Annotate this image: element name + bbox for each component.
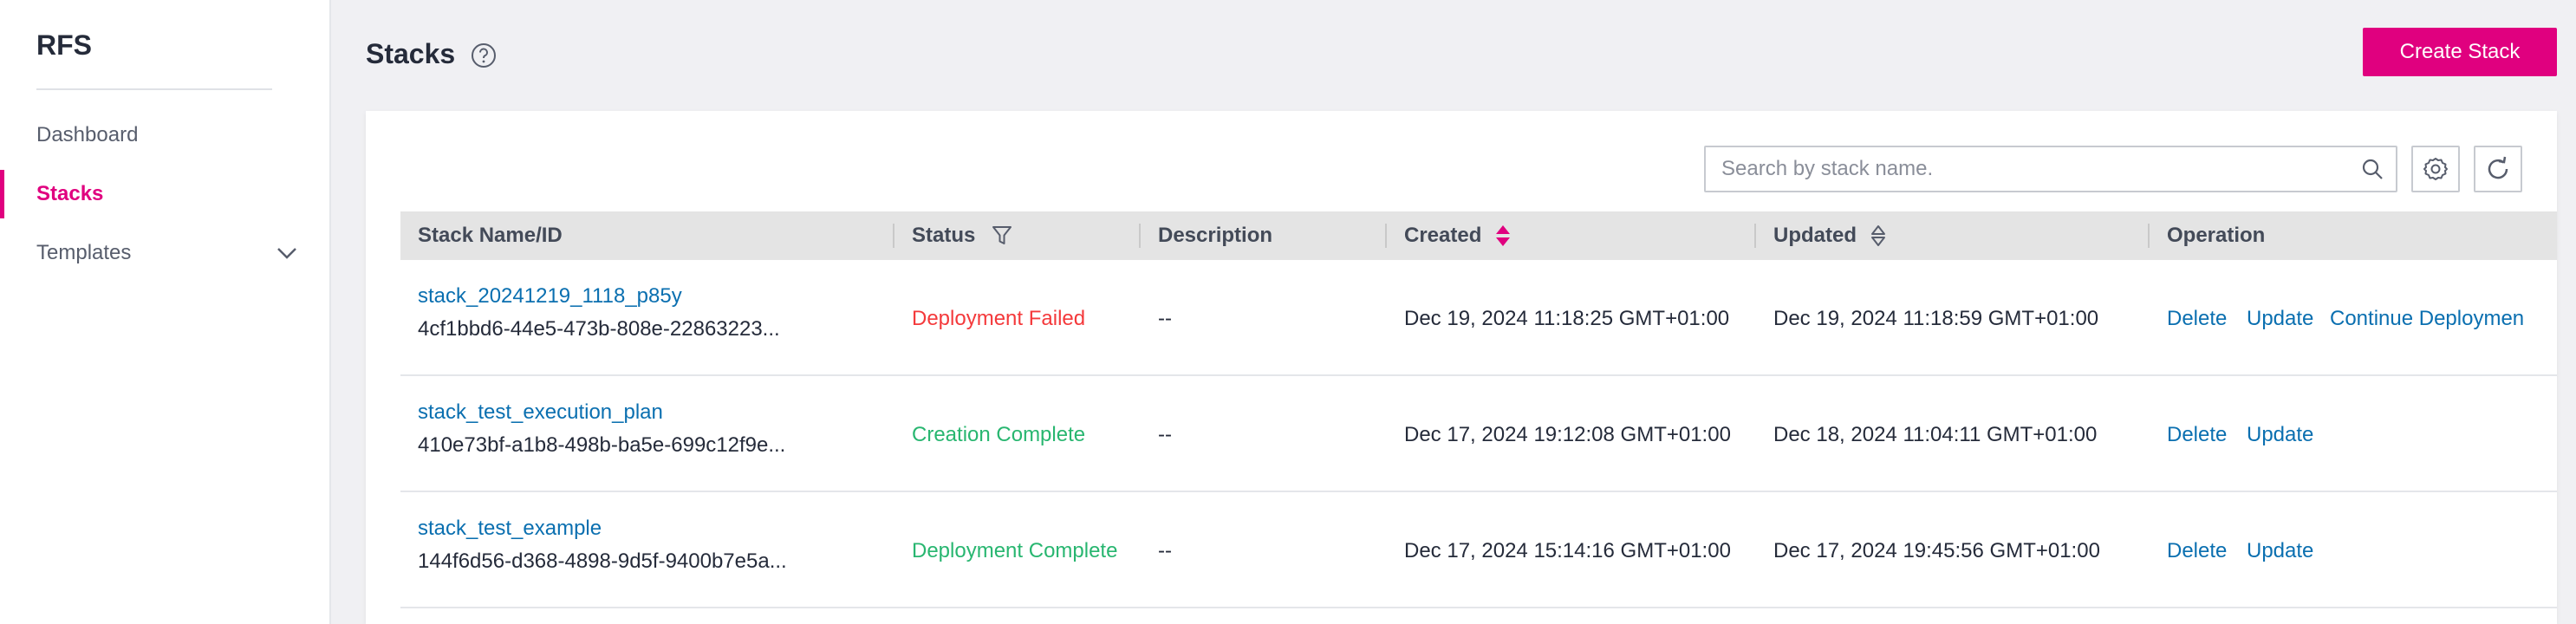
table-row: stack_test_execution_plan 410e73bf-a1b8-… <box>400 376 2557 492</box>
created-time: Dec 17, 2024 15:14:16 GMT+01:00 <box>1404 539 1731 562</box>
search-icon[interactable] <box>2361 158 2384 180</box>
refresh-button[interactable] <box>2474 146 2522 192</box>
sort-descending-icon[interactable] <box>1492 224 1514 248</box>
column-header-updated[interactable]: Updated <box>1773 211 1890 260</box>
column-divider <box>2148 224 2150 248</box>
gear-icon <box>2423 158 2448 180</box>
stack-name-link[interactable]: stack_20241219_1118_p85y <box>418 284 682 309</box>
stack-id: 144f6d56-d368-4898-9d5f-9400b7e5a... <box>418 549 787 573</box>
delete-button[interactable]: Delete <box>2167 423 2227 447</box>
column-header-operation: Operation <box>2167 211 2265 260</box>
column-header-label: Created <box>1404 224 1482 247</box>
sidebar-item-label: Stacks <box>36 182 104 205</box>
column-header-label: Status <box>912 224 976 247</box>
created-time: Dec 19, 2024 11:18:25 GMT+01:00 <box>1404 307 1730 330</box>
column-divider <box>1139 224 1141 248</box>
filter-icon[interactable] <box>991 224 1013 248</box>
table-row: stack_test_example 144f6d56-d368-4898-9d… <box>400 492 2557 608</box>
sidebar-item-label: Dashboard <box>36 123 139 146</box>
sidebar-item-stacks[interactable]: Stacks <box>0 170 329 218</box>
create-stack-button[interactable]: Create Stack <box>2363 28 2557 76</box>
created-time: Dec 17, 2024 19:12:08 GMT+01:00 <box>1404 423 1731 446</box>
delete-button[interactable]: Delete <box>2167 539 2227 563</box>
column-header-created[interactable]: Created <box>1404 211 1514 260</box>
sidebar-item-dashboard[interactable]: Dashboard <box>0 111 329 159</box>
status-text: Deployment Complete <box>912 539 1118 562</box>
description-text: -- <box>1158 539 1172 562</box>
delete-button[interactable]: Delete <box>2167 307 2227 331</box>
column-header-name: Stack Name/ID <box>418 211 563 260</box>
stacks-card: Stack Name/ID Status Description Created <box>366 111 2557 624</box>
column-divider <box>1754 224 1756 248</box>
update-button[interactable]: Update <box>2247 307 2313 331</box>
updated-time: Dec 19, 2024 11:18:59 GMT+01:00 <box>1773 307 2099 330</box>
service-logo: RFS <box>36 29 92 61</box>
table-header: Stack Name/ID Status Description Created <box>400 211 2557 260</box>
stacks-table: Stack Name/ID Status Description Created <box>400 211 2557 608</box>
column-header-label: Updated <box>1773 224 1857 247</box>
table-row: stack_20241219_1118_p85y 4cf1bbd6-44e5-4… <box>400 260 2557 376</box>
stack-id: 4cf1bbd6-44e5-473b-808e-22863223... <box>418 317 780 341</box>
sidebar: RFS Dashboard Stacks Templates <box>0 0 331 624</box>
column-divider <box>1385 224 1387 248</box>
status-text: Creation Complete <box>912 423 1086 446</box>
column-divider <box>893 224 894 248</box>
update-button[interactable]: Update <box>2247 539 2313 563</box>
refresh-icon <box>2488 156 2508 179</box>
status-text: Deployment Failed <box>912 307 1086 330</box>
rfs-console: RFS Dashboard Stacks Templates Stacks Cr… <box>0 0 2576 624</box>
description-text: -- <box>1158 307 1172 330</box>
description-text: -- <box>1158 423 1172 446</box>
sort-icon[interactable] <box>1867 224 1890 248</box>
updated-time: Dec 18, 2024 11:04:11 GMT+01:00 <box>1773 423 2098 446</box>
sidebar-divider <box>36 88 272 90</box>
sidebar-item-label: Templates <box>36 241 132 264</box>
column-header-label: Operation <box>2167 224 2266 247</box>
settings-button[interactable] <box>2411 146 2460 192</box>
help-icon[interactable] <box>470 42 498 69</box>
stack-name-link[interactable]: stack_test_execution_plan <box>418 400 663 425</box>
column-header-label: Stack Name/ID <box>418 224 563 247</box>
search-input[interactable] <box>1706 147 2378 191</box>
search-box <box>1704 146 2397 192</box>
stack-id: 410e73bf-a1b8-498b-ba5e-699c12f9e... <box>418 433 786 457</box>
sidebar-item-templates[interactable]: Templates <box>0 229 329 277</box>
continue-deployment-button[interactable]: Continue Deploymen <box>2330 307 2557 331</box>
column-header-description: Description <box>1158 211 1272 260</box>
update-button[interactable]: Update <box>2247 423 2313 447</box>
stack-name-link[interactable]: stack_test_example <box>418 517 602 541</box>
updated-time: Dec 17, 2024 19:45:56 GMT+01:00 <box>1773 539 2100 562</box>
column-header-status: Status <box>912 211 1013 260</box>
column-header-label: Description <box>1158 224 1273 247</box>
chevron-down-icon[interactable] <box>276 244 298 262</box>
page-title: Stacks <box>366 38 456 69</box>
